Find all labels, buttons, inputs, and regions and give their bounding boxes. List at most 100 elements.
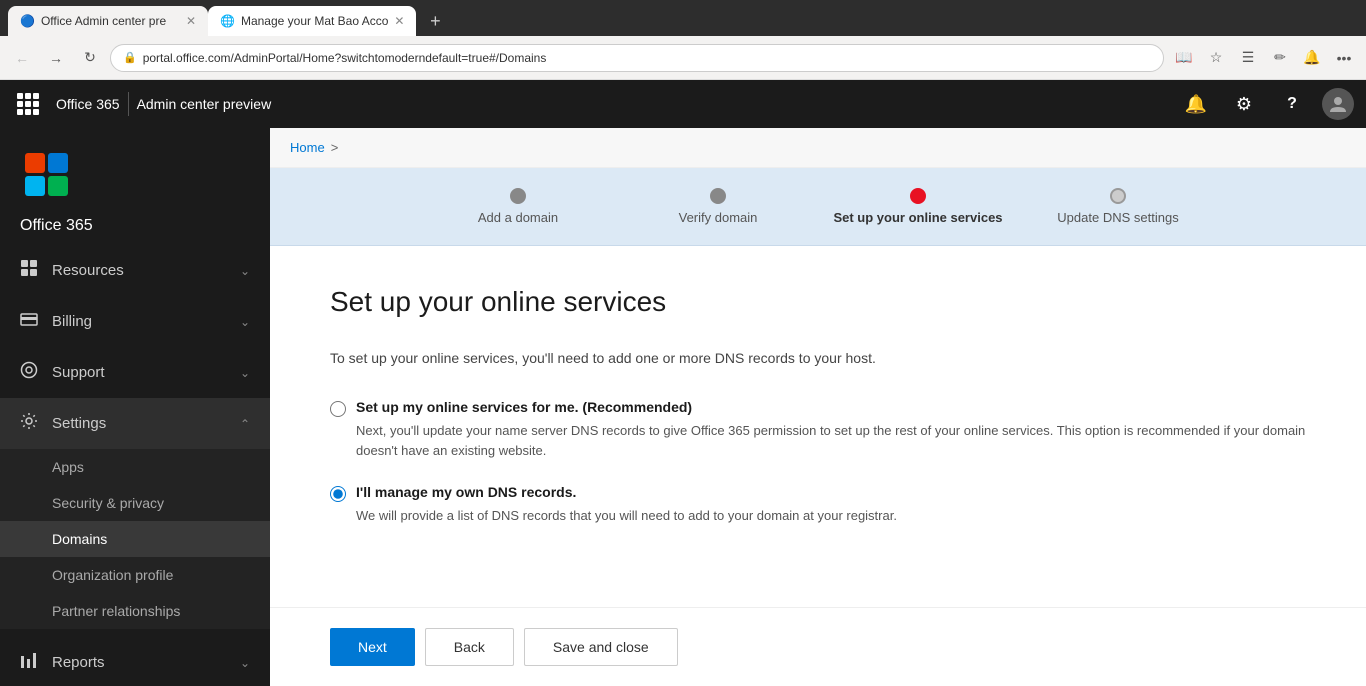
resources-icon [20,259,38,282]
sidebar-subitem-domains[interactable]: Domains [0,521,270,557]
url-text: portal.office.com/AdminPortal/Home?switc… [143,51,547,65]
settings-label: Settings [52,415,106,432]
step-label-update-dns: Update DNS settings [1057,210,1178,225]
brand-divider [128,92,129,116]
next-button[interactable]: Next [330,628,415,666]
back-button-page[interactable]: Back [425,628,514,666]
radio-label-auto[interactable]: Set up my online services for me. (Recom… [330,399,1306,421]
sidebar-subitem-org-profile[interactable]: Organization profile [0,557,270,593]
step-label-verify-domain: Verify domain [679,210,758,225]
sidebar: Office 365 Office 365 Resources ⌄ [0,128,270,686]
step-dot-verify-domain [710,188,726,204]
app-header: Office 365 Admin center preview 🔔 ⚙ ? [0,80,1366,128]
sidebar-subitem-security[interactable]: Security & privacy [0,485,270,521]
tab-bar: 🔵 Office Admin center pre ✕ 🌐 Manage you… [0,0,1366,36]
settings-chevron: ⌃ [240,417,250,431]
wizard-step-verify-domain: Verify domain [618,188,818,225]
manual-setup-description: We will provide a list of DNS records th… [330,506,1306,526]
back-button[interactable]: ← [8,44,36,72]
reports-chevron: ⌄ [240,656,250,670]
browser-window: 🔵 Office Admin center pre ✕ 🌐 Manage you… [0,0,1366,686]
breadcrumb-home[interactable]: Home [290,140,325,155]
sidebar-subitem-partner-rel[interactable]: Partner relationships [0,593,270,629]
tab-1-title: Office Admin center pre [41,14,166,28]
settings-button[interactable]: ⚙ [1226,86,1262,122]
reader-mode-button[interactable]: 📖 [1170,44,1198,72]
wizard-step-add-domain: Add a domain [418,188,618,225]
billing-chevron: ⌄ [240,315,250,329]
address-bar[interactable]: 🔒 portal.office.com/AdminPortal/Home?swi… [110,44,1164,72]
breadcrumb: Home > [270,128,1366,168]
billing-icon [20,310,38,333]
reports-label: Reports [52,654,105,671]
sidebar-item-settings[interactable]: Settings ⌃ [0,398,270,449]
user-avatar[interactable] [1322,88,1354,120]
step-label-add-domain: Add a domain [478,210,558,225]
tab-2-favicon: 🌐 [220,14,235,28]
toolbar-actions: 📖 ☆ ☰ ✏ 🔔 ••• [1170,44,1358,72]
settings-section: Settings ⌃ Apps Security & privacy Domai… [0,398,270,629]
step-label-setup-online: Set up your online services [833,210,1002,225]
radio-input-auto[interactable] [330,401,346,417]
new-tab-button[interactable]: + [420,6,450,36]
tab-1-close[interactable]: ✕ [186,14,196,28]
support-label: Support [52,364,105,381]
radio-title-auto: Set up my online services for me. (Recom… [356,399,692,421]
notifications-button[interactable]: 🔔 [1298,44,1326,72]
waffle-icon [17,93,39,115]
wizard-step-update-dns: Update DNS settings [1018,188,1218,225]
tab-2-title: Manage your Mat Bao Acco [241,14,388,28]
page-title: Set up your online services [330,286,1306,318]
radio-input-manual[interactable] [330,486,346,502]
sidebar-item-billing[interactable]: Billing ⌄ [0,296,270,347]
main-body: Office 365 Office 365 Resources ⌄ [0,128,1366,686]
app-brand: Office 365 Admin center preview [56,92,271,116]
radio-option-auto-setup: Set up my online services for me. (Recom… [330,399,1306,460]
sidebar-logo-area: Office 365 Office 365 [0,128,270,245]
tab-2-close[interactable]: ✕ [394,14,404,28]
hub-button[interactable]: ☰ [1234,44,1262,72]
favorites-button[interactable]: ☆ [1202,44,1230,72]
waffle-menu-button[interactable] [12,88,44,120]
sidebar-subitem-apps[interactable]: Apps [0,449,270,485]
app-brand-name: Office 365 [56,96,120,112]
radio-label-manual[interactable]: I'll manage my own DNS records. [330,484,1306,506]
sidebar-brand-name: Office 365 [20,217,250,235]
auto-setup-description: Next, you'll update your name server DNS… [330,421,1306,460]
app-container: Office 365 Admin center preview 🔔 ⚙ ? [0,80,1366,686]
refresh-button[interactable]: ↻ [76,44,104,72]
office365-logo: Office 365 [20,148,80,208]
more-button[interactable]: ••• [1330,44,1358,72]
sidebar-item-support[interactable]: Support ⌄ [0,347,270,398]
wizard-stepper: Add a domain Verify domain Set up your o… [270,168,1366,246]
content-area: Home > Add a domain Verify domain [270,128,1366,686]
sidebar-item-resources[interactable]: Resources ⌄ [0,245,270,296]
tab-1-favicon: 🔵 [20,14,35,28]
notes-button[interactable]: ✏ [1266,44,1294,72]
resources-chevron: ⌄ [240,264,250,278]
tab-1[interactable]: 🔵 Office Admin center pre ✕ [8,6,208,36]
breadcrumb-separator: > [331,140,339,155]
sidebar-item-reports[interactable]: Reports ⌄ [0,637,270,686]
save-close-button[interactable]: Save and close [524,628,678,666]
avatar-icon [1328,94,1348,114]
notification-button[interactable]: 🔔 [1178,86,1214,122]
support-chevron: ⌄ [240,366,250,380]
wizard-step-setup-online: Set up your online services [818,188,1018,225]
step-dot-setup-online [910,188,926,204]
billing-label: Billing [52,313,92,330]
step-dot-add-domain [510,188,526,204]
tab-2[interactable]: 🌐 Manage your Mat Bao Acco ✕ [208,6,416,36]
auto-setup-title: Set up my online services for me. (Recom… [356,399,692,415]
browser-toolbar: ← → ↻ 🔒 portal.office.com/AdminPortal/Ho… [0,36,1366,80]
reports-icon [20,651,38,674]
page-description: To set up your online services, you'll n… [330,348,1306,369]
manual-setup-title: I'll manage my own DNS records. [356,484,576,500]
support-icon [20,361,38,384]
page-footer: Next Back Save and close [270,607,1366,686]
help-button[interactable]: ? [1274,86,1310,122]
lock-icon: 🔒 [123,51,137,64]
radio-title-manual: I'll manage my own DNS records. [356,484,576,506]
forward-button[interactable]: → [42,44,70,72]
page-content: Set up your online services To set up yo… [270,246,1366,607]
